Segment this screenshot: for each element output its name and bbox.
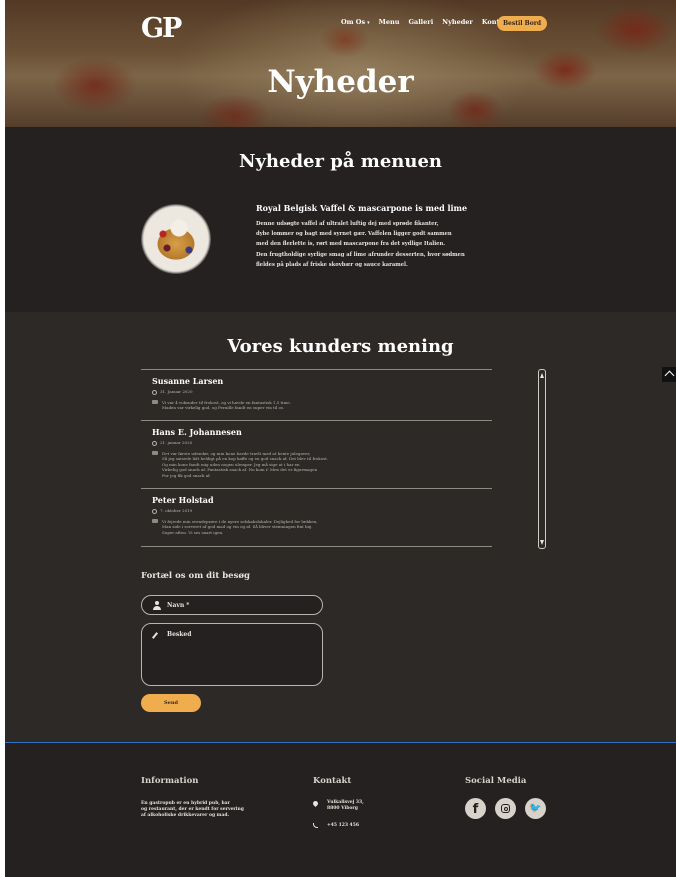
twitter-icon[interactable]: 🐦 [525, 798, 546, 819]
book-table-button[interactable]: Bestil Bord [497, 16, 547, 31]
footer-address: Vulkallsvej 33, 8800 Viborg [327, 800, 364, 811]
name-input[interactable]: Navn * [141, 595, 323, 615]
review-scrollbar[interactable] [538, 369, 546, 549]
comment-icon [152, 519, 158, 523]
review-date: 7. oktober 2019 [152, 508, 192, 514]
scroll-up-arrow-icon[interactable] [540, 373, 544, 378]
map-pin-icon [311, 799, 320, 808]
send-button[interactable]: Send [141, 694, 201, 712]
clock-icon [152, 389, 157, 395]
chevron-down-icon: ▾ [367, 20, 370, 26]
dish-image [141, 204, 211, 274]
clock-icon [152, 508, 157, 514]
page: GP Om Os▾ Menu Galleri Nyheder Kontakt B… [5, 0, 676, 877]
reviewer-name: Hans E. Johannesen [152, 427, 242, 437]
review-item: Peter Holstad 7. oktober 2019 Vi fejrede… [141, 488, 492, 547]
form-title: Fortæl os om dit besøg [141, 571, 250, 581]
back-to-top-button[interactable] [662, 367, 676, 382]
nav-item-nyheder[interactable]: Nyheder [442, 18, 473, 26]
reviews-section: Vores kunders mening Susanne Larsen 31. … [5, 312, 676, 742]
site-logo[interactable]: GP [141, 13, 182, 44]
comment-icon [152, 400, 158, 404]
message-placeholder: Besked [167, 631, 192, 638]
footer-contact-title: Kontakt [313, 776, 352, 786]
footer-phone[interactable]: +45 123 456 [327, 823, 359, 829]
footer-info-title: Information [141, 776, 199, 786]
scroll-down-arrow-icon[interactable] [540, 540, 544, 545]
pencil-icon [151, 632, 159, 639]
menu-news-section: Nyheder på menuen Royal Belgisk Vaffel &… [5, 127, 676, 312]
review-date: 31. Januar 2020 [152, 389, 193, 395]
page-title: Nyheder [267, 64, 414, 100]
footer-info-text: En gastropub er en hybrid pub, bar og re… [141, 801, 244, 818]
review-item: Susanne Larsen 31. Januar 2020 Vi var 4 … [141, 369, 492, 420]
reviewer-name: Susanne Larsen [152, 376, 224, 386]
instagram-icon[interactable] [495, 798, 516, 819]
clock-icon [152, 440, 157, 446]
review-item: Hans E. Johannesen 21. januar 2020 Det v… [141, 420, 492, 488]
message-textarea[interactable]: Besked [141, 623, 323, 686]
nav-item-galleri[interactable]: Galleri [408, 18, 433, 26]
footer-social-title: Social Media [465, 776, 527, 786]
reviewer-name: Peter Holstad [152, 495, 214, 505]
nav-item-menu[interactable]: Menu [379, 18, 400, 26]
section-title: Nyheder på menuen [239, 151, 442, 172]
review-list[interactable]: Susanne Larsen 31. Januar 2020 Vi var 4 … [141, 369, 492, 549]
review-date: 21. januar 2020 [152, 440, 192, 446]
hero-banner: GP Om Os▾ Menu Galleri Nyheder Kontakt B… [5, 0, 676, 127]
dish-name: Royal Belgisk Vaffel & mascarpone is med… [256, 203, 468, 213]
review-text: Vi var 4 voksnder til frokost, og vi hav… [152, 400, 352, 411]
user-icon [153, 601, 161, 610]
footer: Information En gastropub er en hybrid pu… [5, 742, 676, 877]
nav-item-om-os[interactable]: Om Os ▾ [341, 18, 370, 26]
dish-description: Denne udsøgte vaffel af ultralet luftig … [256, 221, 465, 268]
phone-icon [313, 823, 318, 828]
facebook-icon[interactable]: f [465, 798, 486, 819]
review-text: Det var første udendør, og min kone havd… [152, 451, 352, 478]
comment-icon [152, 451, 158, 455]
review-text: Vi fejrede min svendeprøve i de nyere se… [152, 519, 352, 535]
name-placeholder: Navn * [167, 602, 190, 609]
main-nav: Om Os▾ Menu Galleri Nyheder Kontakt [341, 18, 511, 26]
section-title: Vores kunders mening [227, 336, 454, 357]
